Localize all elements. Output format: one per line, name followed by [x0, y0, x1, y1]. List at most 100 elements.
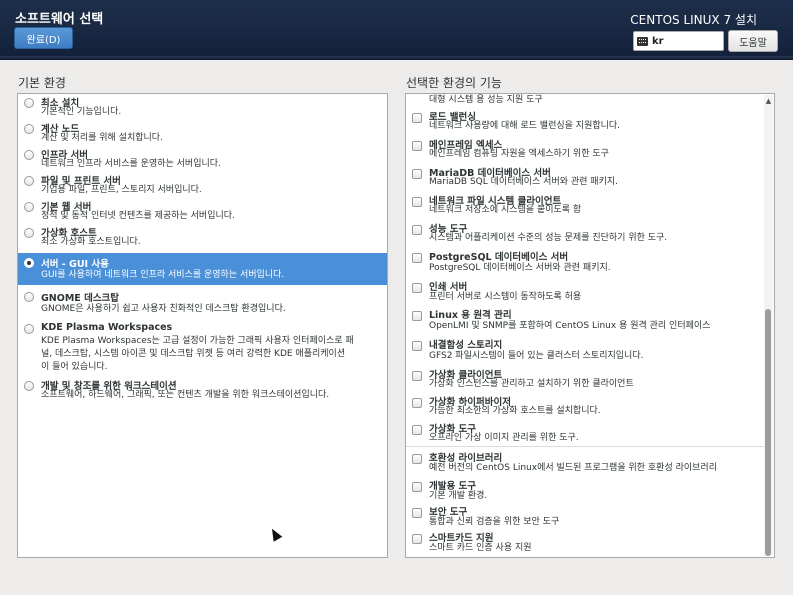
radio-button-selected[interactable]: [24, 258, 34, 268]
base-environment-label: 기본 환경: [18, 76, 66, 90]
checkbox[interactable]: [412, 283, 422, 293]
checkbox[interactable]: [412, 169, 422, 179]
radio-button[interactable]: [24, 98, 34, 108]
env-item-dev-workstation[interactable]: 개발 및 창조를 위한 워크스테이션 소프트웨어, 하드웨어, 그래픽, 또는 …: [18, 377, 387, 407]
checkbox[interactable]: [412, 425, 422, 435]
env-desc-line-2: 널, 데스크탑, 시스템 아이콘 및 데스크탑 위젯 등 여러 강력한 KDE …: [41, 349, 346, 359]
checkbox[interactable]: [412, 253, 422, 263]
addon-desc: 가능한 최소한의 가상화 호스트를 설치합니다.: [429, 406, 601, 416]
env-desc: GUI를 사용하여 네트워크 인프라 서비스를 운영하는 서버입니다.: [41, 270, 285, 280]
addon-desc: 네트워크 사용량에 대해 로드 밸런싱을 지원합니다.: [429, 121, 621, 131]
addon-desc: 네트워크 저장소에 시스템을 붙이도록 함: [429, 205, 582, 215]
checkbox[interactable]: [412, 482, 422, 492]
env-desc-line-3: 이 들어 있습니다.: [41, 362, 108, 372]
env-desc: 계산 및 처리를 위해 설치합니다.: [41, 133, 163, 143]
scrollbar-thumb[interactable]: [765, 309, 771, 556]
header-bar: 소프트웨어 선택 완료(D) CENTOS LINUX 7 설치 kr 도움말: [0, 0, 793, 60]
addon-mainframe-access[interactable]: 메인프레임 엑세스 메인프레임 컴퓨팅 자원을 엑세스하기 위한 도구: [406, 135, 774, 163]
env-name: 서버 - GUI 사용: [41, 259, 109, 270]
checkbox[interactable]: [412, 341, 422, 351]
radio-button[interactable]: [24, 150, 34, 160]
radio-button[interactable]: [24, 292, 34, 302]
addon-print-server[interactable]: 인쇄 서버 프린터 서버로 시스템이 동작하도록 허용: [406, 277, 774, 305]
addon-security-tools[interactable]: 보안 도구 통합과 신뢰 검증을 위한 보안 도구: [406, 502, 774, 528]
addon-resilient-storage[interactable]: 내결함성 스토리지 GFS2 파일시스템이 들어 있는 클러스터 스토리지입니다…: [406, 335, 774, 365]
addon-desc: 스마트 카드 인증 사용 지원: [429, 543, 532, 553]
addon-postgresql-server[interactable]: PostgreSQL 데이터베이스 서버 PostgreSQL 데이터베이스 서…: [406, 247, 774, 277]
env-item-compute-node[interactable]: 계산 노드 계산 및 처리를 위해 설치합니다.: [18, 120, 387, 146]
env-item-basic-web-server[interactable]: 기본 웹 서버 정적 및 동적 인터넷 컨텐츠를 제공하는 서버입니다.: [18, 198, 387, 224]
scroll-up-arrow-icon[interactable]: ▲: [764, 97, 773, 105]
env-name: GNOME 데스크탑: [41, 293, 120, 304]
addon-virtualization-client[interactable]: 가상화 클라이언트 가상화 인스턴스를 관리하고 설치하기 위한 클라이언트: [406, 365, 774, 392]
env-item-file-print-server[interactable]: 파일 및 프린트 서버 기업용 파일, 프린트, 스토리지 서버입니다.: [18, 172, 387, 198]
addon-name: 내결함성 스토리지: [429, 340, 503, 351]
addon-desc-partial: 대형 시스템 용 성능 지원 도구: [429, 95, 543, 105]
addon-remote-management[interactable]: Linux 용 원격 관리 OpenLMI 및 SNMP를 포함하여 CentO…: [406, 305, 774, 335]
addon-desc: PostgreSQL 데이터베이스 서버와 관련 패키지.: [429, 263, 611, 273]
env-item-kde-plasma[interactable]: KDE Plasma Workspaces KDE Plasma Workspa…: [18, 319, 387, 377]
help-button[interactable]: 도움말: [728, 30, 778, 52]
addon-desc: 예전 버전의 CentOS Linux에서 빌드된 프로그램을 위한 호환성 라…: [429, 463, 717, 473]
env-name: KDE Plasma Workspaces: [41, 322, 173, 333]
env-item-gnome-desktop[interactable]: GNOME 데스크탑 GNOME은 사용하기 쉽고 사용자 친화적인 데스크탑 …: [18, 287, 387, 319]
env-item-virtualization-host[interactable]: 가상화 호스트 최소 가상화 호스트입니다.: [18, 224, 387, 252]
addon-virtualization-tools[interactable]: 가상화 도구 오프라인 가상 이미지 관리를 위한 도구.: [406, 419, 774, 446]
checkbox[interactable]: [412, 398, 422, 408]
addon-name: Linux 용 원격 관리: [429, 310, 512, 321]
addon-name: PostgreSQL 데이터베이스 서버: [429, 252, 569, 263]
checkbox[interactable]: [412, 311, 422, 321]
checkbox[interactable]: [412, 454, 422, 464]
addon-smartcard-support[interactable]: 스마트카드 지원 스마트 카드 인증 사용 지원: [406, 528, 774, 554]
done-button[interactable]: 완료(D): [14, 27, 73, 49]
addon-desc: 시스템과 어플리케이션 수준의 성능 문제를 진단하기 위한 도구.: [429, 233, 668, 243]
env-desc: 기본적인 기능입니다.: [41, 107, 122, 117]
addon-desc: 오프라인 가상 이미지 관리를 위한 도구.: [429, 433, 579, 443]
addon-desc: 프린터 서버로 시스템이 동작하도록 허용: [429, 292, 582, 302]
radio-button[interactable]: [24, 124, 34, 134]
env-item-minimal[interactable]: 최소 설치 기본적인 기능입니다.: [18, 94, 387, 120]
checkbox[interactable]: [412, 225, 422, 235]
checkbox[interactable]: [412, 508, 422, 518]
addon-development-tools[interactable]: 개발용 도구 기본 개발 환경.: [406, 476, 774, 502]
env-desc-line-1: KDE Plasma Workspaces는 고급 설정이 가능한 그래픽 사용…: [41, 336, 354, 346]
env-desc: 정적 및 동적 인터넷 컨텐츠를 제공하는 서버입니다.: [41, 211, 235, 221]
os-title: CENTOS LINUX 7 설치: [630, 13, 757, 27]
env-desc: 네트워크 인프라 서비스를 운영하는 서버입니다.: [41, 159, 221, 169]
checkbox[interactable]: [412, 141, 422, 151]
addon-desc: MariaDB SQL 데이터베이스 서버와 관련 패키지.: [429, 177, 618, 187]
keyboard-icon: [637, 36, 648, 46]
checkbox[interactable]: [412, 113, 422, 123]
radio-button[interactable]: [24, 324, 34, 334]
section-divider: [406, 446, 764, 447]
addon-desc: OpenLMI 및 SNMP를 포함하여 CentOS Linux 용 원격 관…: [429, 321, 711, 331]
addons-label: 선택한 환경의 기능: [406, 76, 502, 90]
env-desc: 기업용 파일, 프린트, 스토리지 서버입니다.: [41, 185, 202, 195]
scrollbar[interactable]: ▲: [764, 95, 773, 556]
radio-button[interactable]: [24, 228, 34, 238]
radio-button[interactable]: [24, 381, 34, 391]
keyboard-layout-label: kr: [652, 35, 664, 47]
page-title: 소프트웨어 선택: [15, 12, 104, 27]
checkbox[interactable]: [412, 371, 422, 381]
checkbox[interactable]: [412, 534, 422, 544]
radio-button[interactable]: [24, 202, 34, 212]
base-environment-list: 최소 설치 기본적인 기능입니다. 계산 노드 계산 및 처리를 위해 설치합니…: [17, 93, 388, 558]
env-desc: 소프트웨어, 하드웨어, 그래픽, 또는 컨텐츠 개발을 위한 워크스테이션입니…: [41, 390, 330, 400]
env-item-infra-server[interactable]: 인프라 서버 네트워크 인프라 서비스를 운영하는 서버입니다.: [18, 146, 387, 172]
addons-list: 대형 시스템 용 성능 지원 도구 로드 밸런싱 네트워크 사용량에 대해 로드…: [405, 93, 775, 558]
env-item-server-gui[interactable]: 서버 - GUI 사용 GUI를 사용하여 네트워크 인프라 서비스를 운영하는…: [18, 253, 387, 285]
radio-button[interactable]: [24, 176, 34, 186]
addon-desc: 메인프레임 컴퓨팅 자원을 엑세스하기 위한 도구: [429, 149, 609, 159]
addon-nfs-client[interactable]: 네트워크 파일 시스템 클라이언트 네트워크 저장소에 시스템을 붙이도록 함: [406, 191, 774, 219]
addon-desc: 가상화 인스턴스를 관리하고 설치하기 위한 클라이언트: [429, 379, 634, 389]
env-desc: 최소 가상화 호스트입니다.: [41, 237, 141, 247]
keyboard-layout-indicator[interactable]: kr: [633, 31, 724, 51]
addon-performance-tools[interactable]: 성능 도구 시스템과 어플리케이션 수준의 성능 문제를 진단하기 위한 도구.: [406, 219, 774, 247]
env-desc: GNOME은 사용하기 쉽고 사용자 친화적인 데스크탑 환경입니다.: [41, 304, 286, 314]
addon-mariadb-server[interactable]: MariaDB 데이터베이스 서버 MariaDB SQL 데이터베이스 서버와…: [406, 163, 774, 191]
checkbox[interactable]: [412, 197, 422, 207]
addon-virtualization-hypervisor[interactable]: 가상화 하이퍼바이저 가능한 최소한의 가상화 호스트를 설치합니다.: [406, 392, 774, 419]
addon-compat-libraries[interactable]: 호환성 라이브러리 예전 버전의 CentOS Linux에서 빌드된 프로그램…: [406, 448, 774, 475]
addon-load-balancer[interactable]: 로드 밸런싱 네트워크 사용량에 대해 로드 밸런싱을 지원합니다.: [406, 107, 774, 135]
